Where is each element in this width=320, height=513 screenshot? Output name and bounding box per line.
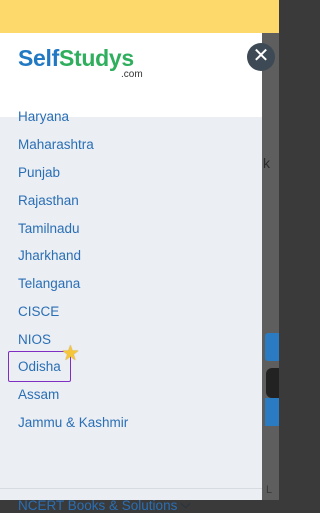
menu-item-jammu-kashmir[interactable]: Jammu & Kashmir: [18, 415, 128, 430]
menu-item-assam[interactable]: Assam: [18, 387, 59, 402]
background-topbar: [0, 0, 279, 33]
menu-item-haryana[interactable]: Haryana: [18, 109, 69, 124]
close-button[interactable]: ✕: [247, 43, 275, 71]
menu-divider: [0, 488, 262, 489]
menu-item-rajasthan[interactable]: Rajasthan: [18, 193, 79, 208]
background-scroll-button: [266, 368, 279, 398]
menu-item-telangana[interactable]: Telangana: [18, 276, 80, 291]
logo-domain: .com: [121, 69, 143, 80]
menu-item-nios[interactable]: NIOS: [18, 332, 51, 347]
star-icon: ★: [61, 342, 80, 365]
ncert-label: NCERT Books & Solutions: [18, 498, 178, 513]
menu-item-maharashtra[interactable]: Maharashtra: [18, 137, 94, 152]
menu-item-tamilnadu[interactable]: Tamilnadu: [18, 221, 80, 236]
background-button: [265, 398, 279, 426]
background-text: L: [266, 484, 273, 496]
menu-item-cisce[interactable]: CISCE: [18, 304, 59, 319]
menu-item-jharkhand[interactable]: Jharkhand: [18, 248, 81, 263]
menu-item-punjab[interactable]: Punjab: [18, 165, 60, 180]
logo-self: Self: [18, 45, 59, 71]
drawer-header: SelfStudys .com: [0, 33, 262, 117]
ncert-books-dropdown[interactable]: NCERT Books & Solutions: [18, 498, 191, 513]
side-drawer: SelfStudys .com Haryana Maharashtra Punj…: [0, 33, 262, 513]
logo-studys: Studys: [58, 45, 134, 71]
background-button: [265, 333, 279, 361]
background-text: k: [263, 155, 270, 171]
chevron-down-icon: [180, 498, 191, 509]
selfstudys-logo[interactable]: SelfStudys: [18, 45, 134, 72]
background-strip: [262, 33, 279, 500]
